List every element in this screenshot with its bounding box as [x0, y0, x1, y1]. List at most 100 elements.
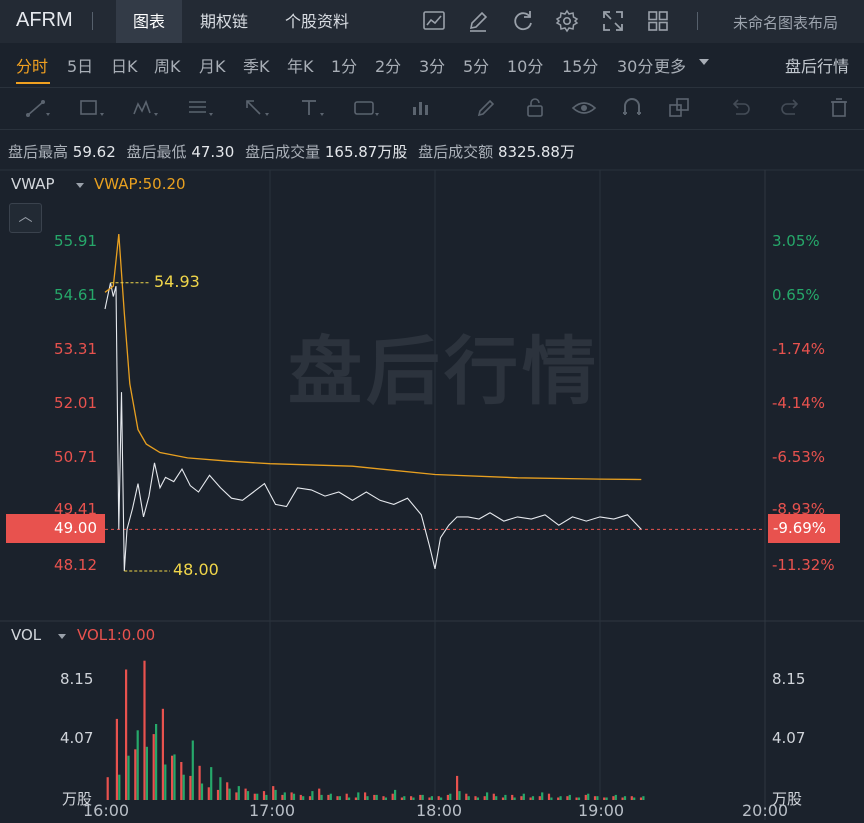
percent-tick: -11.32% [772, 556, 835, 574]
volume-bar-up [486, 792, 489, 800]
vol-indicator-value: VOL1:0.00 [77, 626, 156, 644]
volume-bar-up [283, 792, 286, 800]
volume-bar-up [495, 796, 498, 800]
volume-bar-down [437, 796, 440, 800]
volume-bar-up [228, 788, 231, 800]
price-tick: 55.91 [54, 232, 97, 250]
volume-bar-down [171, 755, 174, 800]
volume-tick: 8.15 [772, 670, 806, 688]
volume-bar-up [348, 797, 351, 800]
volume-bar-up [320, 794, 323, 800]
volume-bar-down [575, 797, 578, 800]
chart-watermark: 盘后行情 [288, 329, 600, 415]
volume-bar-down [547, 793, 551, 800]
price-tick: 50.71 [54, 448, 97, 466]
volume-bar-down [621, 797, 624, 800]
volume-bar-up [136, 730, 139, 800]
volume-bar-down [161, 708, 164, 800]
volume-bar-up [366, 796, 369, 800]
volume-bar-up [596, 796, 599, 800]
volume-bar-down [483, 796, 486, 800]
volume-bar-down [189, 775, 192, 800]
volume-bar-up [403, 796, 406, 800]
volume-bar-down [327, 794, 330, 800]
volume-bar-down [382, 796, 385, 800]
volume-bar-down [125, 669, 128, 800]
volume-bar-down [501, 797, 505, 800]
volume-bar-up [513, 797, 516, 800]
volume-bar-up [430, 796, 433, 800]
volume-bar-up [338, 796, 341, 800]
volume-bar-up [541, 792, 544, 800]
volume-bar-up [550, 797, 553, 800]
volume-bar-down [584, 794, 587, 800]
volume-bar-up [394, 789, 397, 800]
volume-bar-up [118, 774, 121, 800]
caret-down-icon[interactable] [76, 183, 84, 188]
percent-tick: 3.05% [772, 232, 820, 250]
volume-bar-down [492, 793, 495, 800]
vwap-indicator-value: VWAP:50.20 [94, 175, 186, 193]
current-percent-tag: -9.69% [768, 514, 840, 543]
high-marker-label: 54.93 [154, 272, 200, 291]
volume-bar-up [357, 792, 360, 800]
volume-bar-up [623, 796, 627, 800]
volume-bar-down [152, 734, 155, 800]
volume-bar-down [115, 718, 118, 800]
volume-bar-up [587, 793, 590, 800]
volume-bar-down [529, 797, 532, 800]
volume-bar-up [375, 794, 378, 800]
volume-bar-up [302, 796, 305, 800]
low-marker-label: 48.00 [173, 560, 219, 579]
volume-bar-down [391, 793, 394, 800]
volume-tick: 8.15 [60, 670, 94, 688]
time-tick: 17:00 [249, 801, 296, 820]
volume-bar-up [164, 764, 167, 800]
volume-bar-down [207, 787, 210, 800]
volume-tick: 4.07 [772, 729, 806, 747]
volume-bar-up [182, 774, 185, 800]
volume-bar-down [538, 796, 541, 800]
volume-bar-up [127, 755, 130, 800]
volume-bar-up [440, 797, 443, 800]
current-price-tag: 49.00 [6, 514, 105, 543]
percent-tick: -1.74% [772, 340, 826, 358]
volume-bar-up [605, 797, 608, 800]
volume-bar-down [318, 788, 321, 800]
volume-bar-up [292, 793, 296, 800]
volume-bar-up [577, 797, 581, 800]
volume-bar-up [467, 796, 470, 800]
chevron-up-icon: ︿ [18, 209, 33, 225]
volume-bar-up [449, 793, 452, 800]
volume-bar-up [458, 791, 461, 800]
price-tick: 52.01 [54, 394, 97, 412]
volume-bar-down [299, 794, 302, 800]
volume-bar-up [384, 797, 387, 800]
volume-bar-down [446, 794, 449, 800]
vwap-indicator-name[interactable]: VWAP [11, 175, 55, 193]
volume-bar-up [265, 794, 268, 800]
collapse-button[interactable]: ︿ [9, 203, 42, 233]
volume-bar-down [639, 797, 643, 800]
volume-bar-down [281, 794, 284, 800]
caret-down-icon[interactable] [58, 634, 66, 639]
volume-bar-up [219, 777, 222, 800]
volume-bar-down [253, 793, 256, 800]
volume-bar-up [412, 797, 415, 800]
volume-bar-up [155, 724, 158, 800]
volume-bar-down [373, 794, 376, 800]
vol-indicator-name[interactable]: VOL [11, 626, 41, 644]
volume-bar-up [568, 794, 571, 800]
volume-bar-up [191, 740, 194, 800]
volume-bar-up [200, 783, 204, 800]
volume-bar-up [237, 786, 240, 800]
volume-bar-down [143, 660, 146, 800]
volume-bar-up [531, 796, 535, 800]
volume-bar-down [345, 793, 348, 800]
volume-bar-down [290, 792, 293, 800]
volume-bar-up [421, 794, 424, 800]
volume-bar-down [272, 786, 275, 800]
price-tick: 48.12 [54, 556, 97, 574]
volume-bar-down [226, 782, 229, 800]
time-tick: 19:00 [578, 801, 625, 820]
